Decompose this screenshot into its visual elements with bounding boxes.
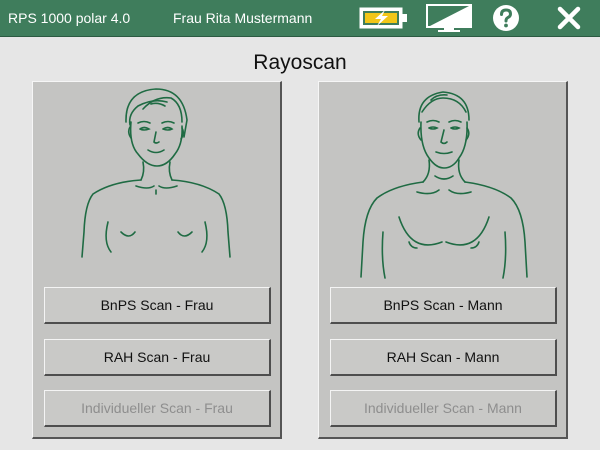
individueller-scan-frau-button[interactable]: Individueller Scan - Frau <box>44 390 271 427</box>
rah-scan-mann-button[interactable]: RAH Scan - Mann <box>330 339 557 376</box>
woman-figure-illustration <box>81 88 231 258</box>
monitor-icon[interactable] <box>425 4 475 32</box>
title-bar: RPS 1000 polar 4.0 Frau Rita Mustermann <box>0 0 600 37</box>
page-title: Rayoscan <box>253 51 347 74</box>
bnps-scan-frau-button[interactable]: BnPS Scan - Frau <box>44 287 271 324</box>
individueller-scan-mann-button[interactable]: Individueller Scan - Mann <box>330 390 557 427</box>
rah-scan-frau-button[interactable]: RAH Scan - Frau <box>44 339 271 376</box>
app-name: RPS 1000 polar 4.0 <box>8 10 131 26</box>
panel-man: BnPS Scan - Mann RAH Scan - Mann Individ… <box>318 81 568 439</box>
bnps-scan-mann-button[interactable]: BnPS Scan - Mann <box>330 287 557 324</box>
help-icon[interactable] <box>491 4 521 32</box>
user-name: Frau Rita Mustermann <box>173 10 313 26</box>
man-figure-illustration <box>360 91 528 279</box>
battery-charging-icon[interactable] <box>358 4 410 32</box>
close-icon[interactable] <box>556 4 582 32</box>
panel-woman: BnPS Scan - Frau RAH Scan - Frau Individ… <box>32 81 282 439</box>
